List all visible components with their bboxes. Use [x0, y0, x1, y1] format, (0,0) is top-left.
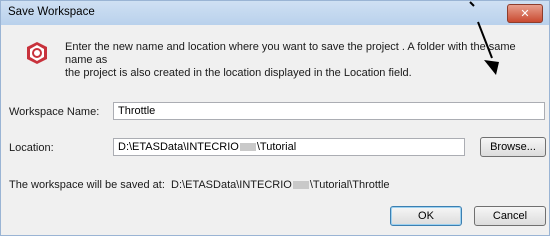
browse-label: Browse...	[490, 141, 536, 153]
saved-at-suffix: \Tutorial\Throttle	[309, 179, 390, 191]
saved-at-prefix: D:\ETASData\INTECRIO	[171, 179, 292, 191]
cancel-button[interactable]: Cancel	[474, 206, 546, 226]
ok-label: OK	[418, 210, 434, 222]
workspace-app-icon	[27, 42, 47, 64]
redacted-text	[292, 181, 309, 190]
info-text: Enter the new name and location where yo…	[65, 41, 545, 80]
location-prefix: D:\ETASData\INTECRIO	[118, 141, 239, 153]
saved-at-label: The workspace will be saved at:	[9, 179, 165, 191]
close-icon: ✕	[520, 8, 530, 20]
workspace-name-value: Throttle	[118, 105, 156, 117]
redacted-text	[239, 143, 256, 152]
title-bar[interactable]: Save Workspace ✕	[1, 1, 549, 25]
close-button[interactable]: ✕	[507, 4, 543, 23]
cancel-label: Cancel	[492, 210, 528, 222]
saved-at-text: The workspace will be saved at: D:\ETASD…	[9, 179, 390, 191]
dialog-title: Save Workspace	[8, 6, 95, 18]
info-line-1: Enter the new name and location where yo…	[65, 41, 516, 66]
dialog-body: Enter the new name and location where yo…	[7, 26, 546, 229]
location-input[interactable]: D:\ETASData\INTECRIO \Tutorial	[113, 138, 465, 156]
info-line-2: the project is also created in the locat…	[65, 67, 412, 79]
location-label: Location:	[9, 142, 54, 154]
browse-button[interactable]: Browse...	[480, 137, 546, 157]
ok-button[interactable]: OK	[390, 206, 462, 226]
save-workspace-dialog: Save Workspace ✕ Enter the new name and …	[0, 0, 550, 236]
workspace-name-input[interactable]: Throttle	[113, 102, 545, 120]
location-suffix: \Tutorial	[256, 141, 297, 153]
workspace-name-label: Workspace Name:	[9, 106, 100, 118]
